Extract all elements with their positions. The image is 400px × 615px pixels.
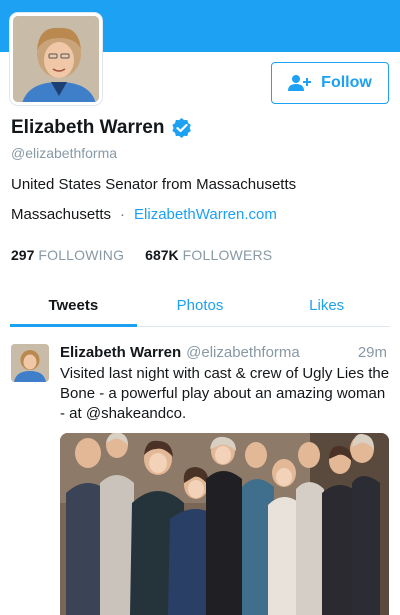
profile-avatar[interactable] bbox=[10, 13, 102, 105]
following-label: FOLLOWING bbox=[38, 247, 125, 263]
tweet-timestamp[interactable]: 29m bbox=[358, 344, 390, 361]
follow-button-label: Follow bbox=[321, 74, 372, 91]
tweet-author[interactable]: Elizabeth Warren bbox=[60, 344, 181, 361]
profile-stats: 297 FOLLOWING 687K FOLLOWERS bbox=[11, 247, 272, 263]
tweet-text: Visited last night with cast & crew of U… bbox=[60, 365, 390, 422]
profile-website-link[interactable]: ElizabethWarren.com bbox=[134, 206, 277, 223]
followers-count: 687K bbox=[145, 247, 179, 263]
profile-location: Massachusetts bbox=[11, 206, 112, 223]
tweet-header: Elizabeth Warren @elizabethforma 29m bbox=[60, 344, 390, 361]
tab-photos[interactable]: Photos bbox=[137, 285, 264, 326]
profile-meta: Massachusetts · ElizabethWarren.com bbox=[11, 206, 277, 223]
followers-label: FOLLOWERS bbox=[182, 247, 273, 263]
follow-button[interactable]: Follow bbox=[271, 62, 389, 104]
following-count: 297 bbox=[11, 247, 35, 263]
meta-separator: · bbox=[120, 206, 126, 223]
tweet-photo[interactable] bbox=[60, 433, 389, 615]
tab-tweets[interactable]: Tweets bbox=[10, 285, 137, 327]
profile-photo-image bbox=[13, 16, 99, 102]
group-photo-image bbox=[60, 433, 389, 615]
tweet-avatar-image bbox=[11, 344, 49, 382]
followers-stat[interactable]: 687K FOLLOWERS bbox=[145, 247, 272, 263]
tweet-handle[interactable]: @elizabethforma bbox=[186, 344, 300, 361]
profile-bio: United States Senator from Massachusetts bbox=[11, 176, 297, 193]
tab-likes[interactable]: Likes bbox=[263, 285, 390, 326]
following-stat[interactable]: 297 FOLLOWING bbox=[11, 247, 124, 263]
profile-handle: @elizabethforma bbox=[11, 145, 118, 161]
profile-name: Elizabeth Warren bbox=[11, 117, 192, 139]
profile-name-text: Elizabeth Warren bbox=[11, 117, 165, 138]
tweet-avatar[interactable] bbox=[11, 344, 49, 382]
add-person-icon bbox=[288, 74, 312, 92]
profile-tabs: Tweets Photos Likes bbox=[10, 285, 390, 327]
verified-badge-icon bbox=[172, 118, 192, 138]
